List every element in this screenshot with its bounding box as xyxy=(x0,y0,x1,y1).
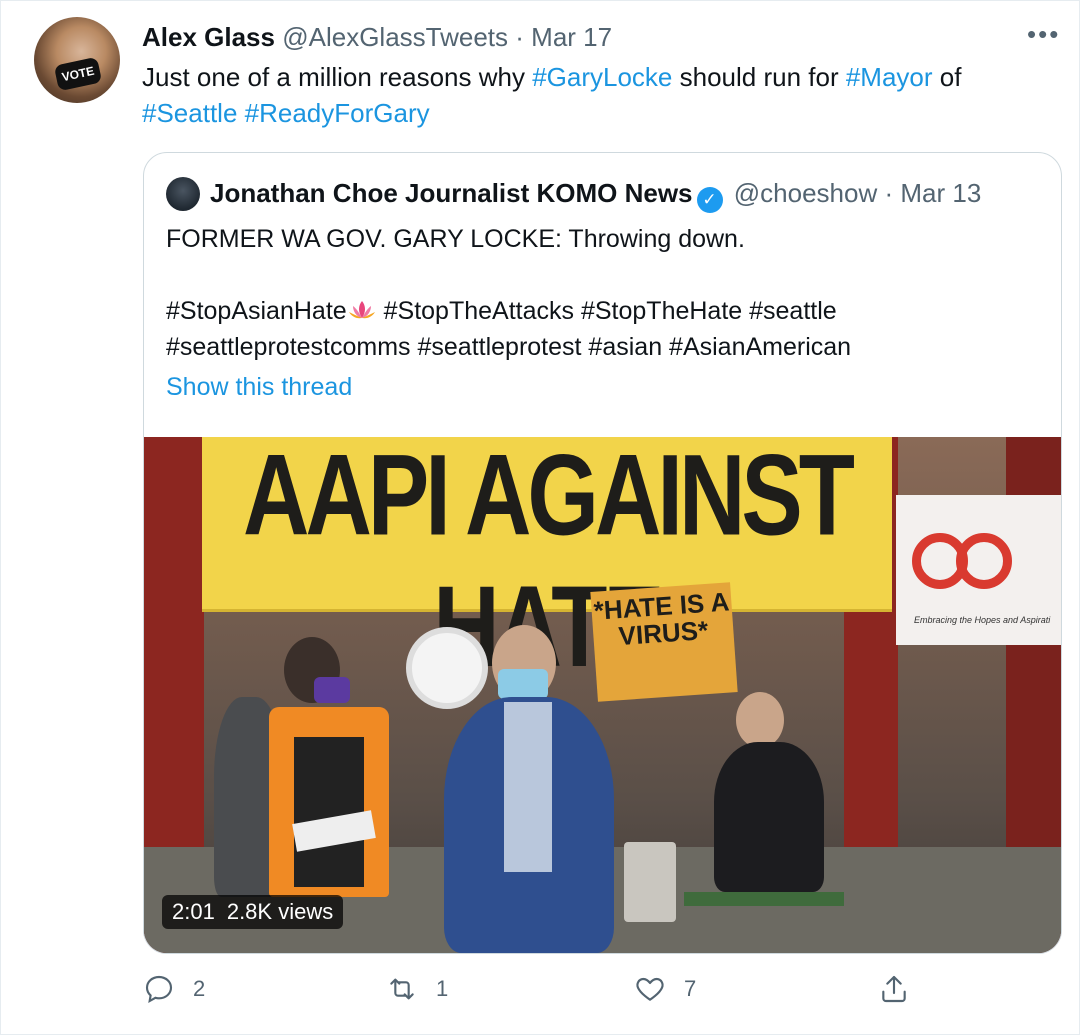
video-info-badge: 2:01 2.8K views xyxy=(162,895,344,929)
retweet-button[interactable]: 1 xyxy=(386,973,448,1005)
tweet-actions: 2 1 7 xyxy=(1,973,1080,1017)
like-count: 7 xyxy=(684,976,697,1001)
quoted-text-line: FORMER WA GOV. GARY LOCKE: Throwing down… xyxy=(166,225,745,253)
video-player[interactable]: AAPI AGAINST HATE Embracing the Hopes an… xyxy=(144,437,1061,953)
video-duration: 2:01 xyxy=(172,899,215,924)
org-logo-icon-2 xyxy=(956,533,1012,589)
like-button[interactable]: 7 xyxy=(634,973,696,1005)
share-button[interactable] xyxy=(878,973,910,1005)
megaphone-icon xyxy=(406,627,488,709)
avatar-mask-text: VOTE xyxy=(53,56,103,92)
author-name[interactable]: Alex Glass xyxy=(142,22,275,52)
heart-icon xyxy=(636,977,664,1001)
quoted-tweet[interactable]: Jonathan Choe Journalist KOMO News ✓ @cho… xyxy=(143,152,1062,954)
tweet-card[interactable]: VOTE Alex Glass @AlexGlassTweets · Mar 1… xyxy=(0,0,1080,1035)
seated-man xyxy=(714,742,824,892)
quoted-author-handle[interactable]: @choeshow xyxy=(734,178,877,208)
shirt xyxy=(504,702,552,872)
author-avatar[interactable]: VOTE xyxy=(34,17,120,103)
quoted-hashtags-line-2[interactable]: #seattleprotestcomms #seattleprotest #as… xyxy=(166,329,1046,365)
head-seated-man xyxy=(736,692,784,748)
tweet-date[interactable]: Mar 17 xyxy=(531,22,612,52)
quoted-author-name[interactable]: Jonathan Choe Journalist KOMO News xyxy=(210,178,693,208)
video-views: 2.8K views xyxy=(226,899,334,924)
hashtag-link[interactable]: #ReadyForGary xyxy=(245,98,430,128)
purple-mask xyxy=(314,677,350,703)
quoted-tweet-date[interactable]: Mar 13 xyxy=(900,178,981,208)
reply-button[interactable]: 2 xyxy=(143,973,205,1005)
dark-jacket xyxy=(294,737,364,887)
separator-dot: · xyxy=(884,178,894,208)
retweet-icon xyxy=(390,978,414,1000)
show-thread-link[interactable]: Show this thread xyxy=(166,373,352,402)
quoted-hashtags-rest[interactable]: #StopTheAttacks #StopTheHate #seattle xyxy=(377,297,837,325)
tweet-text-segment xyxy=(237,98,244,128)
banner-sign: AAPI AGAINST HATE xyxy=(202,437,892,691)
reply-count: 2 xyxy=(193,976,206,1001)
verified-badge-icon: ✓ xyxy=(696,187,723,213)
blue-mask xyxy=(498,669,548,699)
more-options-icon[interactable]: ••• xyxy=(1027,19,1060,50)
tweet-text: Just one of a million reasons why #GaryL… xyxy=(142,59,1042,131)
hashtag-link[interactable]: #Mayor xyxy=(846,62,933,92)
tweet-text-segment: Just one of a million reasons why xyxy=(142,62,533,92)
share-icon xyxy=(882,975,906,1003)
author-handle[interactable]: @AlexGlassTweets xyxy=(282,22,508,52)
organization-sign: Embracing the Hopes and Aspirati xyxy=(896,495,1061,645)
green-bench xyxy=(684,892,844,906)
reply-icon xyxy=(145,975,173,1004)
quoted-tweet-header: Jonathan Choe Journalist KOMO News ✓ @cho… xyxy=(210,175,981,213)
separator-dot: · xyxy=(515,22,524,52)
org-caption: Embracing the Hopes and Aspirati xyxy=(914,615,1051,625)
tweet-text-segment: should run for xyxy=(672,62,846,92)
stone-lantern xyxy=(624,842,676,922)
hashtag-link[interactable]: #Seattle xyxy=(142,98,237,128)
hashtag-stopasianhate[interactable]: #StopAsianHate xyxy=(166,297,347,325)
hashtag-link[interactable]: #GaryLocke xyxy=(532,62,672,92)
retweet-count: 1 xyxy=(436,976,449,1001)
quoted-hashtags-line-1: #StopAsianHate #StopTheAttacks #StopTheH… xyxy=(166,293,1046,329)
quoted-author-avatar[interactable] xyxy=(166,177,200,211)
tweet-header: Alex Glass @AlexGlassTweets · Mar 17 xyxy=(142,19,612,55)
tweet-text-segment: of xyxy=(932,62,962,92)
quoted-tweet-text: FORMER WA GOV. GARY LOCKE: Throwing down… xyxy=(166,221,1046,365)
hate-is-a-virus-sign: *HATE IS A VIRUS* xyxy=(590,582,738,702)
lotus-emoji-icon xyxy=(348,301,375,319)
